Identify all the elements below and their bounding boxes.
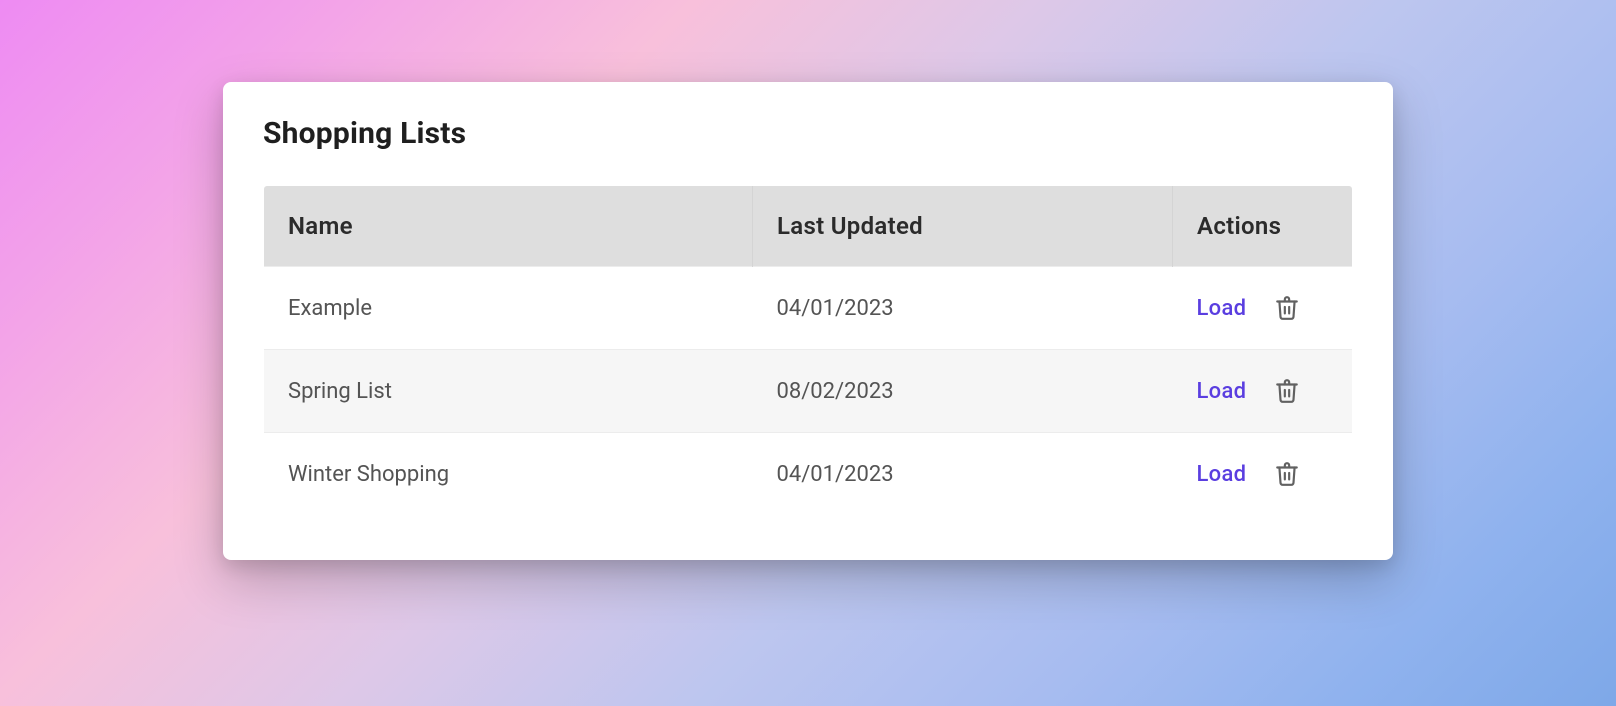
list-actions: Load: [1173, 350, 1353, 433]
column-header-updated: Last Updated: [753, 186, 1173, 267]
column-header-actions: Actions: [1173, 186, 1353, 267]
shopping-lists-card: Shopping Lists Name Last Updated Actions…: [223, 82, 1393, 560]
list-name: Spring List: [264, 350, 753, 433]
list-updated: 04/01/2023: [753, 433, 1173, 516]
load-button[interactable]: Load: [1197, 296, 1247, 321]
trash-icon: [1274, 461, 1300, 487]
list-name: Winter Shopping: [264, 433, 753, 516]
shopping-lists-table: Name Last Updated Actions Example04/01/2…: [263, 185, 1353, 516]
trash-icon: [1274, 295, 1300, 321]
list-updated: 04/01/2023: [753, 267, 1173, 350]
list-actions: Load: [1173, 267, 1353, 350]
load-button[interactable]: Load: [1197, 462, 1247, 487]
column-header-name: Name: [264, 186, 753, 267]
load-button[interactable]: Load: [1197, 379, 1247, 404]
table-row: Example04/01/2023 Load: [264, 267, 1353, 350]
list-actions: Load: [1173, 433, 1353, 516]
delete-button[interactable]: [1272, 459, 1302, 489]
list-updated: 08/02/2023: [753, 350, 1173, 433]
card-title: Shopping Lists: [263, 116, 1353, 151]
trash-icon: [1274, 378, 1300, 404]
delete-button[interactable]: [1272, 376, 1302, 406]
delete-button[interactable]: [1272, 293, 1302, 323]
list-name: Example: [264, 267, 753, 350]
table-row: Winter Shopping04/01/2023 Load: [264, 433, 1353, 516]
table-row: Spring List08/02/2023 Load: [264, 350, 1353, 433]
